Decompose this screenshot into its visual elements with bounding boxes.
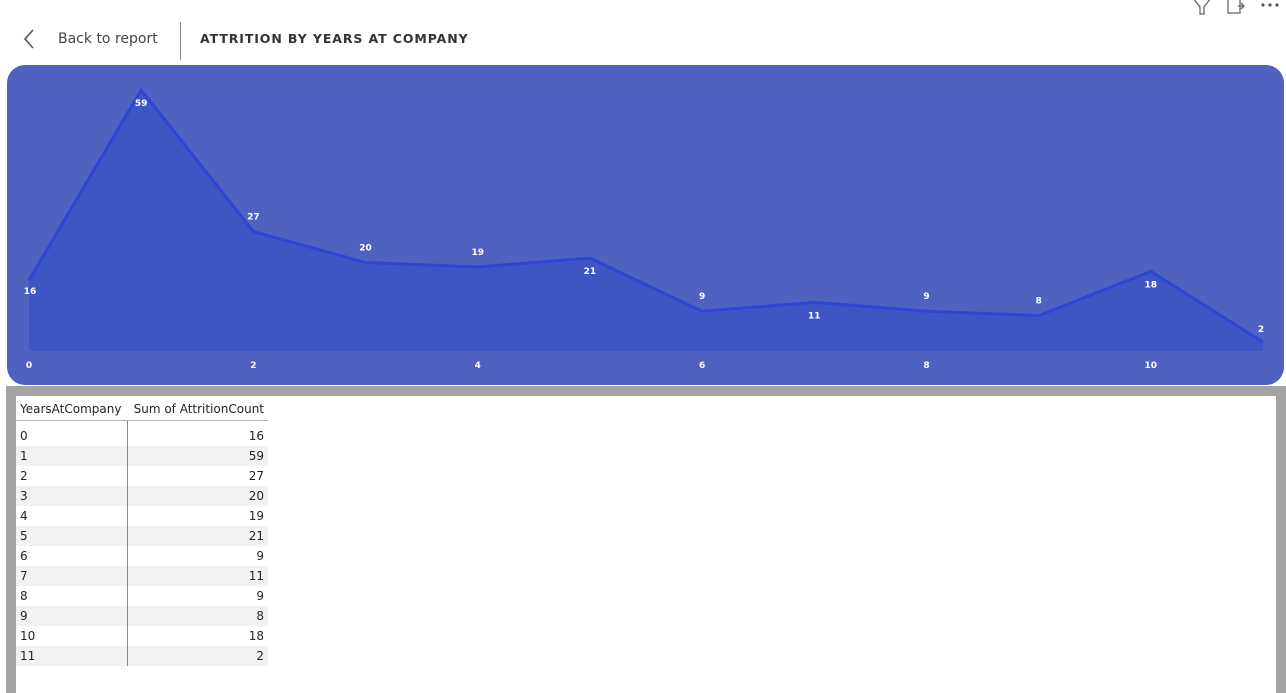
header-bar: Back to report ATTRITION BY YEARS AT COM…: [0, 0, 1286, 64]
table-row[interactable]: 0 16: [16, 426, 268, 446]
filter-icon[interactable]: [1190, 0, 1214, 16]
data-label: 2: [1258, 325, 1264, 335]
table-row[interactable]: 5 21: [16, 526, 268, 546]
x-tick-label: 10: [1145, 361, 1158, 371]
table-row[interactable]: 7 11: [16, 566, 268, 586]
visual-header-icons: [1190, 0, 1282, 16]
data-point[interactable]: [699, 308, 705, 314]
data-label: 20: [359, 244, 372, 254]
table-row[interactable]: 11 2: [16, 646, 268, 666]
attrition-cell: 27: [248, 469, 264, 483]
data-point[interactable]: [923, 308, 929, 314]
data-label: 9: [923, 292, 929, 302]
data-label: 21: [584, 267, 597, 277]
header-divider: [180, 22, 181, 60]
years-cell: 7: [16, 566, 128, 586]
x-tick-label: 8: [923, 361, 929, 371]
years-cell: 3: [16, 486, 128, 506]
attrition-cell: 20: [127, 486, 268, 506]
table-row[interactable]: 1 59: [16, 446, 268, 466]
area-fill: [29, 90, 1263, 351]
years-cell: 2: [16, 466, 128, 486]
table-row[interactable]: 69: [16, 546, 268, 566]
x-tick-label: 4: [475, 361, 481, 371]
visual-title: ATTRITION BY YEARS AT COMPANY: [200, 31, 469, 46]
data-point[interactable]: [26, 277, 32, 283]
years-cell: 5: [16, 526, 128, 546]
table-row[interactable]: 98: [16, 606, 268, 626]
attrition-cell: 19: [248, 509, 264, 523]
years-cell: 4: [16, 506, 128, 526]
data-point[interactable]: [1260, 339, 1266, 345]
area-chart[interactable]: 16 59 27 20 19 21 9 11 9 8 18 2 0 2 4 6 8 10: [7, 65, 1284, 385]
data-label: 8: [1036, 297, 1042, 307]
more-options-icon[interactable]: [1258, 0, 1282, 16]
column-header-attrition[interactable]: Sum of AttritionCount: [127, 396, 268, 421]
area-chart-svg: 16592720 19219119 81820 2 4 6 8 10: [24, 87, 1266, 371]
attrition-cell: 11: [127, 566, 268, 586]
years-cell: 10: [16, 626, 128, 646]
data-label: 16: [24, 287, 37, 297]
data-label: 27: [247, 213, 260, 223]
table-body: 0 16 1 59 2 27 3 20 4 19 5 21 6 9 7 11 8 9 9 8 10 18 11 2: [16, 420, 268, 666]
chevron-left-icon: [22, 24, 42, 54]
data-point[interactable]: [250, 229, 256, 235]
data-label: 59: [135, 99, 148, 109]
attrition-cell: 8: [127, 606, 268, 626]
data-point[interactable]: [475, 264, 481, 270]
attrition-cell: 2: [127, 646, 268, 666]
table-row[interactable]: 3 20: [16, 486, 268, 506]
visual-focus-view: Back to report ATTRITION BY YEARS AT COM…: [0, 0, 1286, 693]
years-cell: 0: [16, 426, 128, 446]
attrition-cell: 9: [256, 589, 264, 603]
years-cell: 8: [16, 586, 128, 606]
table-header-row: YearsAtCompany Sum of AttritionCount: [16, 396, 268, 421]
x-tick-label: 0: [26, 361, 32, 371]
attrition-cell: 16: [248, 429, 264, 443]
years-cell: 11: [16, 646, 128, 666]
data-point[interactable]: [1148, 268, 1154, 274]
data-label: 19: [471, 248, 484, 258]
table-row[interactable]: 4 19: [16, 506, 268, 526]
data-point[interactable]: [138, 87, 144, 93]
data-point[interactable]: [363, 260, 369, 266]
years-cell: 1: [16, 446, 128, 466]
data-point[interactable]: [811, 299, 817, 305]
attrition-cell: 21: [127, 526, 268, 546]
focus-mode-icon[interactable]: [1224, 0, 1248, 16]
table-row[interactable]: 2 27: [16, 466, 268, 486]
data-table: YearsAtCompany Sum of AttritionCount 0 16…: [16, 396, 268, 666]
data-label: 11: [808, 311, 821, 321]
data-label: 18: [1145, 280, 1158, 290]
attrition-cell: 9: [256, 549, 264, 563]
back-to-report-button[interactable]: Back to report: [22, 24, 158, 54]
data-point[interactable]: [587, 255, 593, 261]
attrition-cell: 59: [127, 446, 268, 466]
attrition-cell: 18: [248, 629, 264, 643]
data-point[interactable]: [1036, 313, 1042, 319]
table-row[interactable]: 89: [16, 586, 268, 606]
table-panel: YearsAtCompany Sum of AttritionCount 0 16…: [16, 396, 1276, 693]
column-header-years[interactable]: YearsAtCompany: [16, 396, 127, 421]
back-to-report-label: Back to report: [58, 31, 158, 47]
x-tick-label: 2: [250, 361, 256, 371]
table-row[interactable]: 10 18: [16, 626, 268, 646]
years-cell: 6: [16, 546, 128, 566]
years-cell: 9: [16, 606, 128, 626]
x-tick-label: 6: [699, 361, 705, 371]
data-label: 9: [699, 292, 705, 302]
